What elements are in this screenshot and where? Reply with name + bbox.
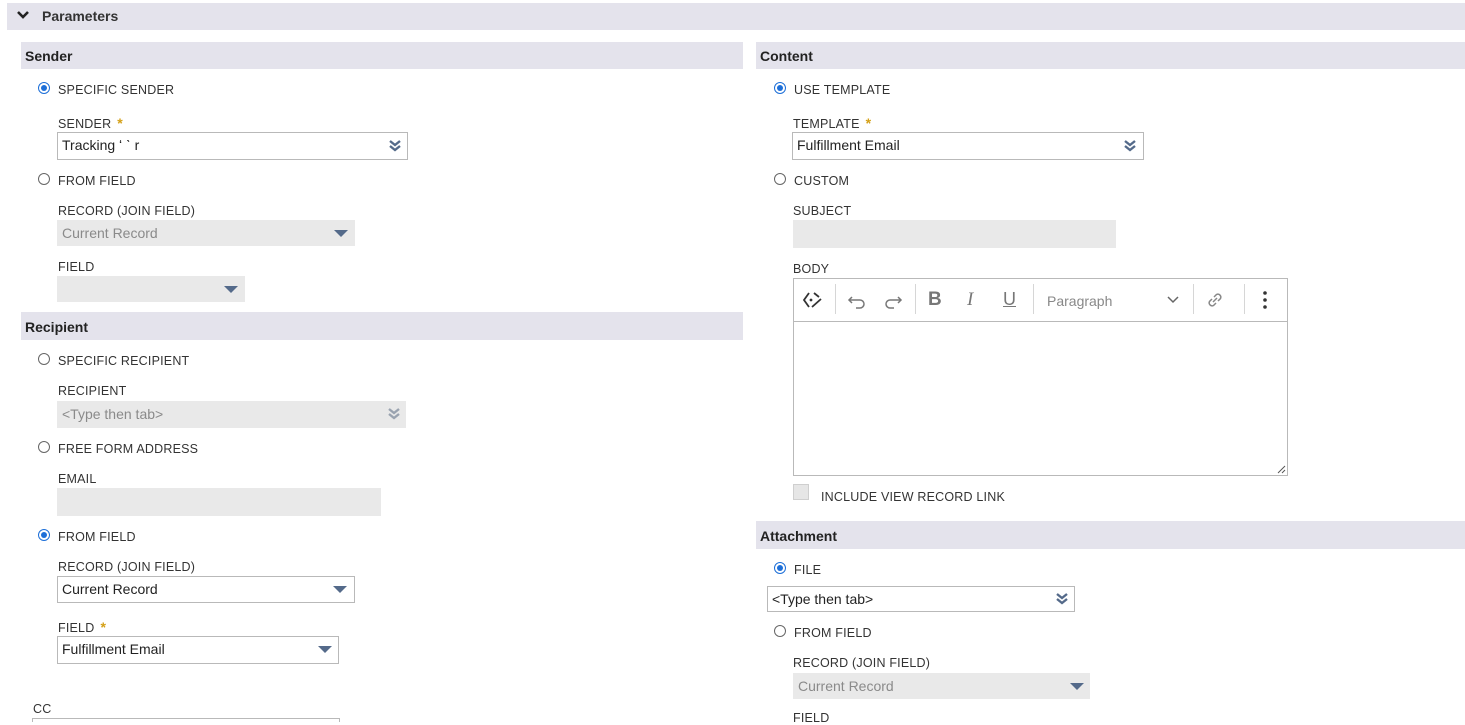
recipient-record-label: RECORD (JOIN FIELD) xyxy=(58,560,196,574)
file-radio[interactable] xyxy=(774,562,786,574)
email-input[interactable] xyxy=(57,488,381,516)
recipient-placeholder: <Type then tab> xyxy=(62,406,164,422)
chevron-down-icon[interactable] xyxy=(16,10,30,20)
attachment-record-label: RECORD (JOIN FIELD) xyxy=(793,656,931,670)
custom-radio[interactable] xyxy=(774,173,786,185)
use-template-radio[interactable] xyxy=(774,82,786,94)
undo-icon[interactable] xyxy=(846,289,868,311)
italic-icon[interactable]: I xyxy=(967,289,973,311)
required-mark: * xyxy=(100,619,107,635)
sender-field-label: FIELD xyxy=(58,260,95,274)
content-section-title: Content xyxy=(760,48,813,64)
toolbar-separator xyxy=(1193,284,1194,314)
chevron-down-icon[interactable] xyxy=(1166,295,1180,305)
recipient-label: RECIPIENT xyxy=(58,384,127,398)
required-mark: * xyxy=(865,115,872,131)
sender-section-header xyxy=(21,42,743,69)
content-section-header xyxy=(756,42,1465,69)
recipient-record-select[interactable]: Current Record xyxy=(57,576,355,603)
bold-icon[interactable]: B xyxy=(928,289,942,311)
sender-record-value: Current Record xyxy=(62,225,158,241)
recipient-field-select[interactable]: Fulfillment Email xyxy=(57,636,339,664)
attachment-field-label: FIELD xyxy=(793,711,830,725)
recipient-section-header xyxy=(21,312,743,340)
sender-record-select[interactable]: Current Record xyxy=(57,220,355,246)
cc-input[interactable] xyxy=(32,718,340,722)
double-chevron-down-icon[interactable] xyxy=(387,407,401,421)
dropdown-arrow-icon[interactable] xyxy=(333,586,347,593)
dropdown-arrow-icon[interactable] xyxy=(1070,683,1084,690)
recipient-section-title: Recipient xyxy=(25,319,89,335)
recipient-from-field-radio[interactable] xyxy=(38,529,50,541)
include-view-record-link-label: INCLUDE VIEW RECORD LINK xyxy=(821,490,1005,504)
include-view-record-link-checkbox[interactable] xyxy=(793,484,809,500)
template-label-text: TEMPLATE xyxy=(793,117,860,131)
dropdown-arrow-icon[interactable] xyxy=(318,646,332,653)
paragraph-select[interactable]: Paragraph xyxy=(1047,293,1112,309)
custom-label: CUSTOM xyxy=(794,174,850,188)
recipient-field-value: Fulfillment Email xyxy=(62,641,165,657)
attachment-record-value: Current Record xyxy=(798,678,894,694)
link-icon[interactable] xyxy=(1204,289,1226,311)
redo-icon[interactable] xyxy=(882,289,904,311)
attachment-record-select[interactable]: Current Record xyxy=(793,673,1090,699)
sender-value: Tracking ʻ ˋ r xyxy=(62,137,140,153)
sender-label: SENDER * xyxy=(58,115,123,131)
attachment-from-field-radio[interactable] xyxy=(774,625,786,637)
cc-label: CC xyxy=(33,702,52,716)
dropdown-arrow-icon[interactable] xyxy=(224,286,238,293)
toolbar-separator xyxy=(915,284,916,314)
required-mark: * xyxy=(117,115,123,131)
sender-section-title: Sender xyxy=(25,48,73,64)
specific-sender-radio[interactable] xyxy=(38,82,50,94)
parameters-header[interactable] xyxy=(7,3,1465,30)
attachment-section-header xyxy=(756,521,1465,549)
double-chevron-down-icon[interactable] xyxy=(388,139,402,153)
body-editor[interactable] xyxy=(793,321,1288,476)
dropdown-arrow-icon[interactable] xyxy=(334,230,348,237)
template-select[interactable]: Fulfillment Email xyxy=(792,132,1144,160)
sender-select[interactable]: Tracking ʻ ˋ r xyxy=(57,132,408,160)
recipient-field-label: FIELD * xyxy=(58,619,106,635)
toolbar-separator xyxy=(1244,284,1245,314)
double-chevron-down-icon[interactable] xyxy=(1123,139,1137,153)
template-value: Fulfillment Email xyxy=(797,137,900,153)
sender-record-label: RECORD (JOIN FIELD) xyxy=(58,204,196,218)
attachment-section-title: Attachment xyxy=(760,528,838,544)
sender-from-field-radio[interactable] xyxy=(38,173,50,185)
free-form-address-radio[interactable] xyxy=(38,441,50,453)
specific-sender-label: SPECIFIC SENDER xyxy=(58,83,175,97)
recipient-from-field-label: FROM FIELD xyxy=(58,530,136,544)
sender-from-field-label: FROM FIELD xyxy=(58,174,136,188)
sender-field-select[interactable] xyxy=(57,276,245,302)
underline-icon[interactable]: U xyxy=(1003,289,1016,310)
toolbar-separator xyxy=(835,284,836,314)
parameters-title: Parameters xyxy=(42,8,119,24)
body-label: BODY xyxy=(793,262,830,276)
recipient-record-value: Current Record xyxy=(62,581,158,597)
subject-input[interactable] xyxy=(793,220,1116,248)
subject-label: SUBJECT xyxy=(793,204,852,218)
recipient-input[interactable]: <Type then tab> xyxy=(57,401,406,428)
template-label: TEMPLATE * xyxy=(793,115,871,131)
use-template-label: USE TEMPLATE xyxy=(794,83,891,97)
file-label: FILE xyxy=(794,563,822,577)
file-input[interactable]: <Type then tab> xyxy=(767,586,1075,612)
resize-handle-icon[interactable] xyxy=(1277,465,1286,474)
recipient-field-label-text: FIELD xyxy=(58,621,95,635)
sender-label-text: SENDER xyxy=(58,117,112,131)
double-chevron-down-icon[interactable] xyxy=(1055,592,1069,606)
more-options-icon[interactable] xyxy=(1254,289,1276,311)
specific-recipient-label: SPECIFIC RECIPIENT xyxy=(58,354,190,368)
source-code-icon[interactable] xyxy=(802,289,824,311)
free-form-address-label: FREE FORM ADDRESS xyxy=(58,442,199,456)
email-label: EMAIL xyxy=(58,472,97,486)
attachment-from-field-label: FROM FIELD xyxy=(794,626,872,640)
file-placeholder: <Type then tab> xyxy=(772,591,874,607)
toolbar-separator xyxy=(1033,284,1034,314)
specific-recipient-radio[interactable] xyxy=(38,353,50,365)
